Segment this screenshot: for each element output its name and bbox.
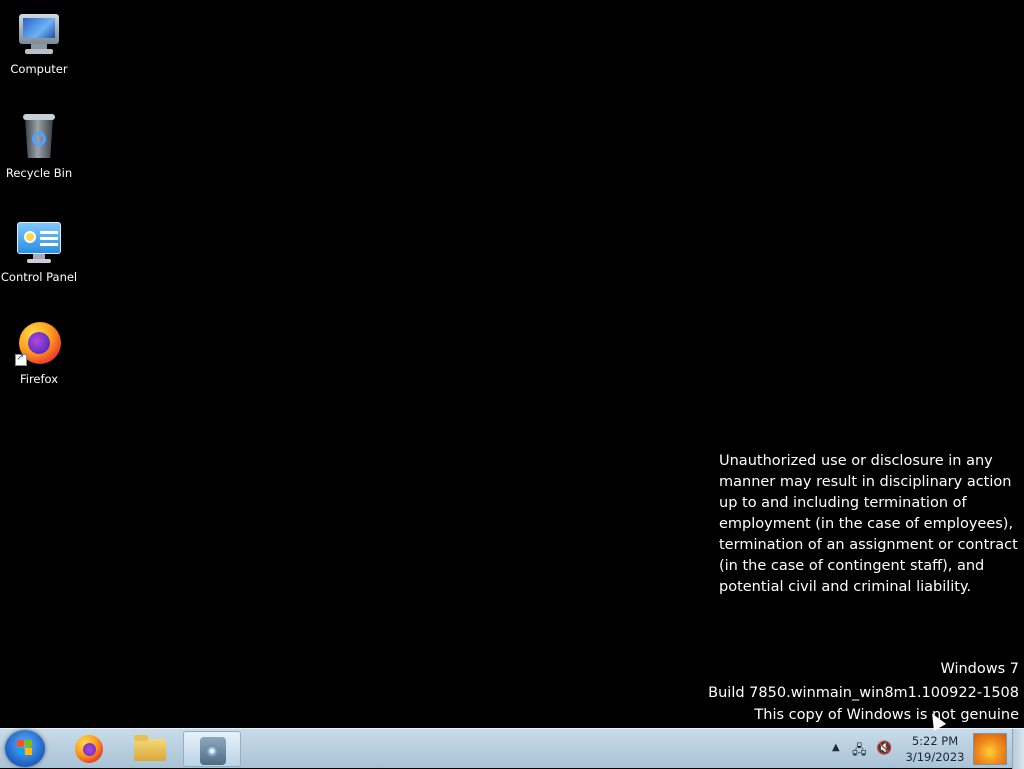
action-center-icon[interactable]	[973, 733, 1007, 765]
clock-time: 5:22 PM	[911, 734, 959, 748]
desktop-icon-recycle-bin[interactable]: Recycle Bin	[0, 114, 78, 180]
taskbar-firefox-button[interactable]	[60, 731, 118, 767]
taskbar-media-button[interactable]	[183, 731, 241, 767]
desktop-icon-control-panel[interactable]: Control Panel	[0, 218, 78, 284]
firefox-icon	[75, 735, 103, 763]
volume-muted-icon[interactable]: 🔇	[876, 741, 892, 756]
show-hidden-icons-arrow[interactable]: ▲	[832, 742, 840, 753]
taskbar-explorer-button[interactable]	[121, 731, 179, 767]
computer-icon	[15, 10, 63, 58]
media-player-icon	[200, 737, 226, 765]
clock-date: 3/19/2023	[905, 750, 965, 764]
watermark-genuine-warning: This copy of Windows is not genuine	[754, 707, 1019, 723]
desktop-icon-computer[interactable]: Computer	[0, 10, 78, 76]
folder-icon	[134, 735, 166, 761]
taskbar: ▲ 🖧 🔇 5:22 PM 3/19/2023	[0, 728, 1024, 769]
watermark-edition: Windows 7	[940, 661, 1019, 677]
legal-notice: Unauthorized use or disclosure in any ma…	[719, 453, 1018, 595]
show-desktop-button[interactable]	[1012, 729, 1024, 769]
shortcut-arrow-icon	[15, 352, 27, 366]
desktop-icon-label: Control Panel	[0, 270, 78, 284]
desktop-icon-firefox[interactable]: Firefox	[0, 320, 78, 386]
watermark-build: Build 7850.winmain_win8m1.100922-1508	[708, 685, 1019, 701]
recycle-bin-icon	[15, 114, 63, 162]
desktop-icon-label: Firefox	[19, 372, 59, 386]
system-clock[interactable]: 5:22 PM 3/19/2023	[898, 733, 972, 765]
desktop-icon-label: Recycle Bin	[5, 166, 73, 180]
desktop-icon-label: Computer	[10, 62, 68, 76]
network-icon[interactable]: 🖧	[852, 741, 867, 763]
desktop[interactable]: Computer Recycle Bin Control Panel Firef…	[0, 0, 1024, 728]
firefox-icon	[15, 320, 63, 368]
windows-logo-icon	[17, 740, 33, 756]
control-panel-icon	[15, 218, 63, 266]
start-button[interactable]	[5, 730, 45, 767]
